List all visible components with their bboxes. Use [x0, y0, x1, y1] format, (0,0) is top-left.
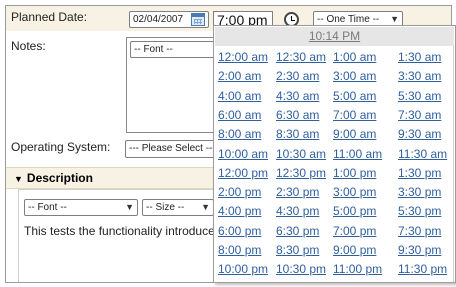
time-option[interactable]: 10:30 am	[276, 147, 326, 161]
description-body-text: This tests the functionality introduced	[24, 224, 222, 238]
chevron-down-icon: ▼	[201, 202, 210, 212]
time-option[interactable]: 8:00 pm	[218, 243, 261, 257]
time-option[interactable]: 8:00 am	[218, 127, 261, 141]
time-option[interactable]: 10:00 am	[218, 147, 268, 161]
time-option[interactable]: 1:00 pm	[333, 166, 376, 180]
time-option[interactable]: 12:30 pm	[276, 166, 326, 180]
time-option[interactable]: 6:30 am	[276, 108, 319, 122]
triangle-down-icon: ▼	[14, 174, 23, 184]
time-option[interactable]: 11:00 pm	[333, 262, 382, 276]
time-option[interactable]: 1:30 pm	[398, 166, 441, 180]
time-option[interactable]: 3:30 am	[398, 69, 441, 83]
time-option[interactable]: 11:30 am	[398, 147, 447, 161]
notes-font-select-value: -- Font --	[134, 44, 173, 55]
time-option[interactable]: 7:00 pm	[333, 224, 376, 238]
time-option[interactable]: 4:30 pm	[276, 204, 319, 218]
planned-date-label: Planned Date:	[11, 10, 88, 24]
time-option[interactable]: 3:30 pm	[398, 185, 441, 199]
time-option[interactable]: 9:00 pm	[333, 243, 376, 257]
description-heading: Description	[26, 171, 93, 185]
time-option[interactable]: 2:30 pm	[276, 185, 319, 199]
time-option[interactable]: 4:30 am	[276, 89, 319, 103]
time-picker-header: 10:14 PM	[215, 27, 454, 46]
time-option[interactable]: 4:00 pm	[218, 204, 261, 218]
time-option[interactable]: 12:30 am	[276, 50, 326, 64]
chevron-down-icon: ▼	[125, 202, 134, 212]
time-option[interactable]: 5:30 pm	[398, 204, 441, 218]
time-option[interactable]: 7:00 am	[333, 108, 376, 122]
time-option[interactable]: 2:00 pm	[218, 185, 261, 199]
time-option[interactable]: 6:30 pm	[276, 224, 319, 238]
time-option[interactable]: 11:30 pm	[398, 262, 447, 276]
time-option[interactable]: 9:30 pm	[398, 243, 441, 257]
time-option[interactable]: 1:00 am	[333, 50, 376, 64]
time-option[interactable]: 3:00 pm	[333, 185, 376, 199]
time-option[interactable]: 8:30 am	[276, 127, 319, 141]
time-option[interactable]: 2:00 am	[218, 69, 261, 83]
time-picker-dropdown: 10:14 PM 12:00 am 12:30 am 1:00 am 1:30 am 2…	[213, 25, 456, 283]
description-size-select-value: -- Size --	[146, 202, 185, 213]
notes-font-select[interactable]: -- Font --	[130, 41, 224, 58]
description-font-select[interactable]: -- Font -- ▼	[24, 199, 138, 216]
operating-system-label: Operating System:	[11, 140, 111, 154]
time-option[interactable]: 4:00 am	[218, 89, 261, 103]
time-option[interactable]: 6:00 am	[218, 108, 261, 122]
time-option[interactable]: 10:00 pm	[218, 262, 268, 276]
notes-label: Notes:	[11, 39, 46, 53]
time-option[interactable]: 12:00 am	[218, 50, 268, 64]
time-option[interactable]: 2:30 am	[276, 69, 319, 83]
description-size-select[interactable]: -- Size -- ▼	[142, 199, 214, 216]
operating-system-select-value: --- Please Select ---	[129, 143, 216, 154]
dropdown-scroll-edge	[453, 46, 454, 282]
operating-system-select[interactable]: --- Please Select ---	[125, 140, 221, 158]
time-option[interactable]: 10:30 pm	[276, 262, 326, 276]
time-option[interactable]: 9:30 am	[398, 127, 441, 141]
time-option[interactable]: 5:30 am	[398, 89, 441, 103]
time-option[interactable]: 8:30 pm	[276, 243, 319, 257]
time-option[interactable]: 5:00 pm	[333, 204, 376, 218]
time-option[interactable]: 12:00 pm	[218, 166, 268, 180]
time-option[interactable]: 11:00 am	[333, 147, 382, 161]
recurrence-select-value: -- One Time --	[317, 14, 380, 25]
time-option[interactable]: 6:00 pm	[218, 224, 261, 238]
calendar-icon[interactable]	[191, 13, 205, 26]
time-option[interactable]: 1:30 am	[398, 50, 441, 64]
time-option[interactable]: 9:00 am	[333, 127, 376, 141]
time-option[interactable]: 3:00 am	[333, 69, 376, 83]
time-option[interactable]: 5:00 am	[333, 89, 376, 103]
current-time-link[interactable]: 10:14 PM	[309, 29, 360, 43]
time-option[interactable]: 7:30 pm	[398, 224, 441, 238]
time-option[interactable]: 7:30 am	[398, 108, 441, 122]
description-font-select-value: -- Font --	[28, 202, 67, 213]
